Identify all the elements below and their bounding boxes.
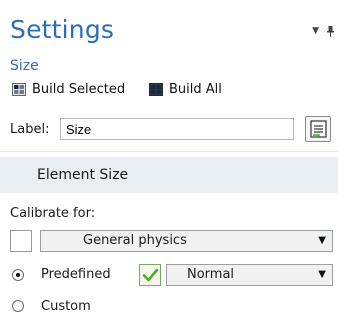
chevron-down-icon: ▼ [318,235,326,246]
node-name: Size [10,58,39,74]
pin-icon[interactable] [327,26,334,40]
radio-custom[interactable] [12,300,24,312]
radio-custom-label: Custom [41,299,91,314]
panel-controls: ▼ [312,26,334,40]
calibrate-checkbox[interactable] [10,230,32,252]
calibrate-select[interactable]: General physics ▼ [40,230,333,252]
label-field-label: Label: [10,122,50,137]
build-selected-icon [12,82,26,96]
calibrate-for-label: Calibrate for: [10,206,96,221]
checkmark-icon [142,267,159,287]
build-selected-label: Build Selected [32,81,126,97]
divider [0,151,338,152]
radio-predefined[interactable] [12,269,24,281]
form-button[interactable] [305,116,331,142]
section-title: Element Size [37,167,129,183]
page-title: Settings [10,15,115,44]
calibrate-select-value: General physics [83,233,187,248]
predefined-size-select[interactable]: Normal ▼ [166,264,333,286]
dropdown-arrow-icon[interactable]: ▼ [312,26,319,40]
radio-predefined-label: Predefined [41,267,111,282]
build-all-label: Build All [169,81,222,97]
label-input[interactable] [60,118,294,140]
predefined-size-value: Normal [187,267,235,282]
predefined-checkbox[interactable] [139,264,161,286]
chevron-down-icon: ▼ [318,269,326,280]
build-all-icon [149,82,163,96]
build-selected-button[interactable]: Build Selected [12,79,125,99]
form-icon [310,120,327,142]
build-all-button[interactable]: Build All [149,79,222,99]
